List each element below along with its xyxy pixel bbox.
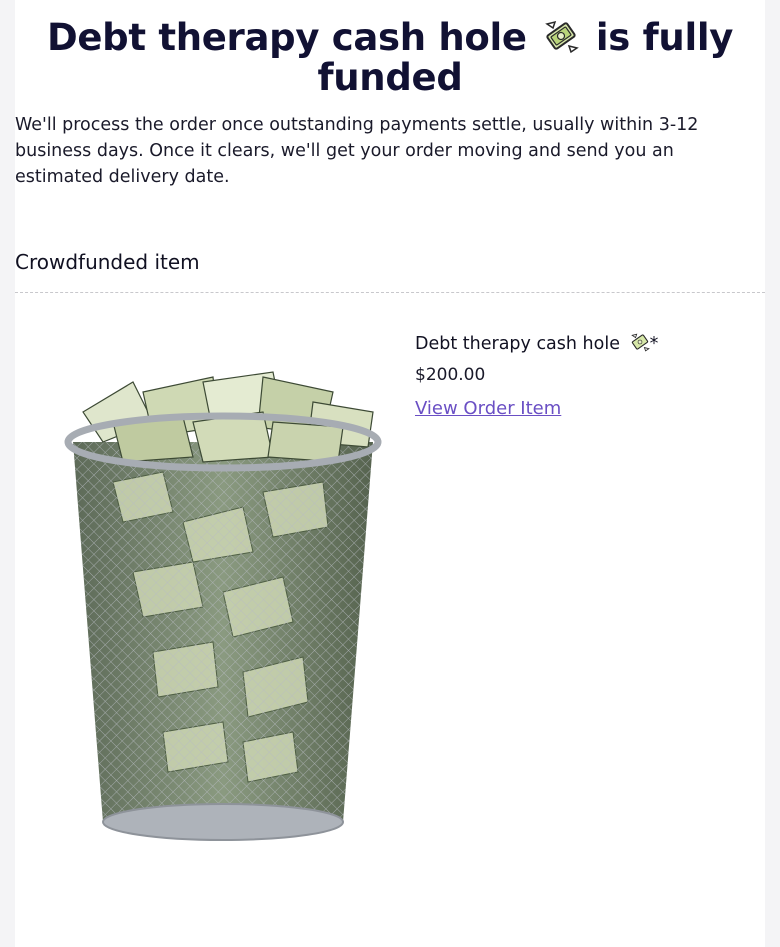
view-order-item-link[interactable]: View Order Item [415,398,561,419]
item-name: Debt therapy cash hole * [415,330,755,358]
title-text-start: Debt therapy cash hole [46,16,527,59]
divider [15,292,765,293]
item-info: Debt therapy cash hole * $200.00 View Or… [415,330,755,419]
item-price: $200.00 [415,365,486,385]
money-wings-icon [545,20,580,54]
intro-paragraph: We'll process the order once outstanding… [15,115,699,187]
page: Debt therapy cash hole is fully funded W… [15,0,765,947]
trash-can-money-image [64,371,382,841]
section-heading: Crowdfunded item [15,250,200,274]
item-name-text: Debt therapy cash hole [415,334,620,354]
required-asterisk: * [649,334,659,354]
page-title: Debt therapy cash hole is fully funded [15,18,765,98]
money-wings-icon [630,333,650,352]
